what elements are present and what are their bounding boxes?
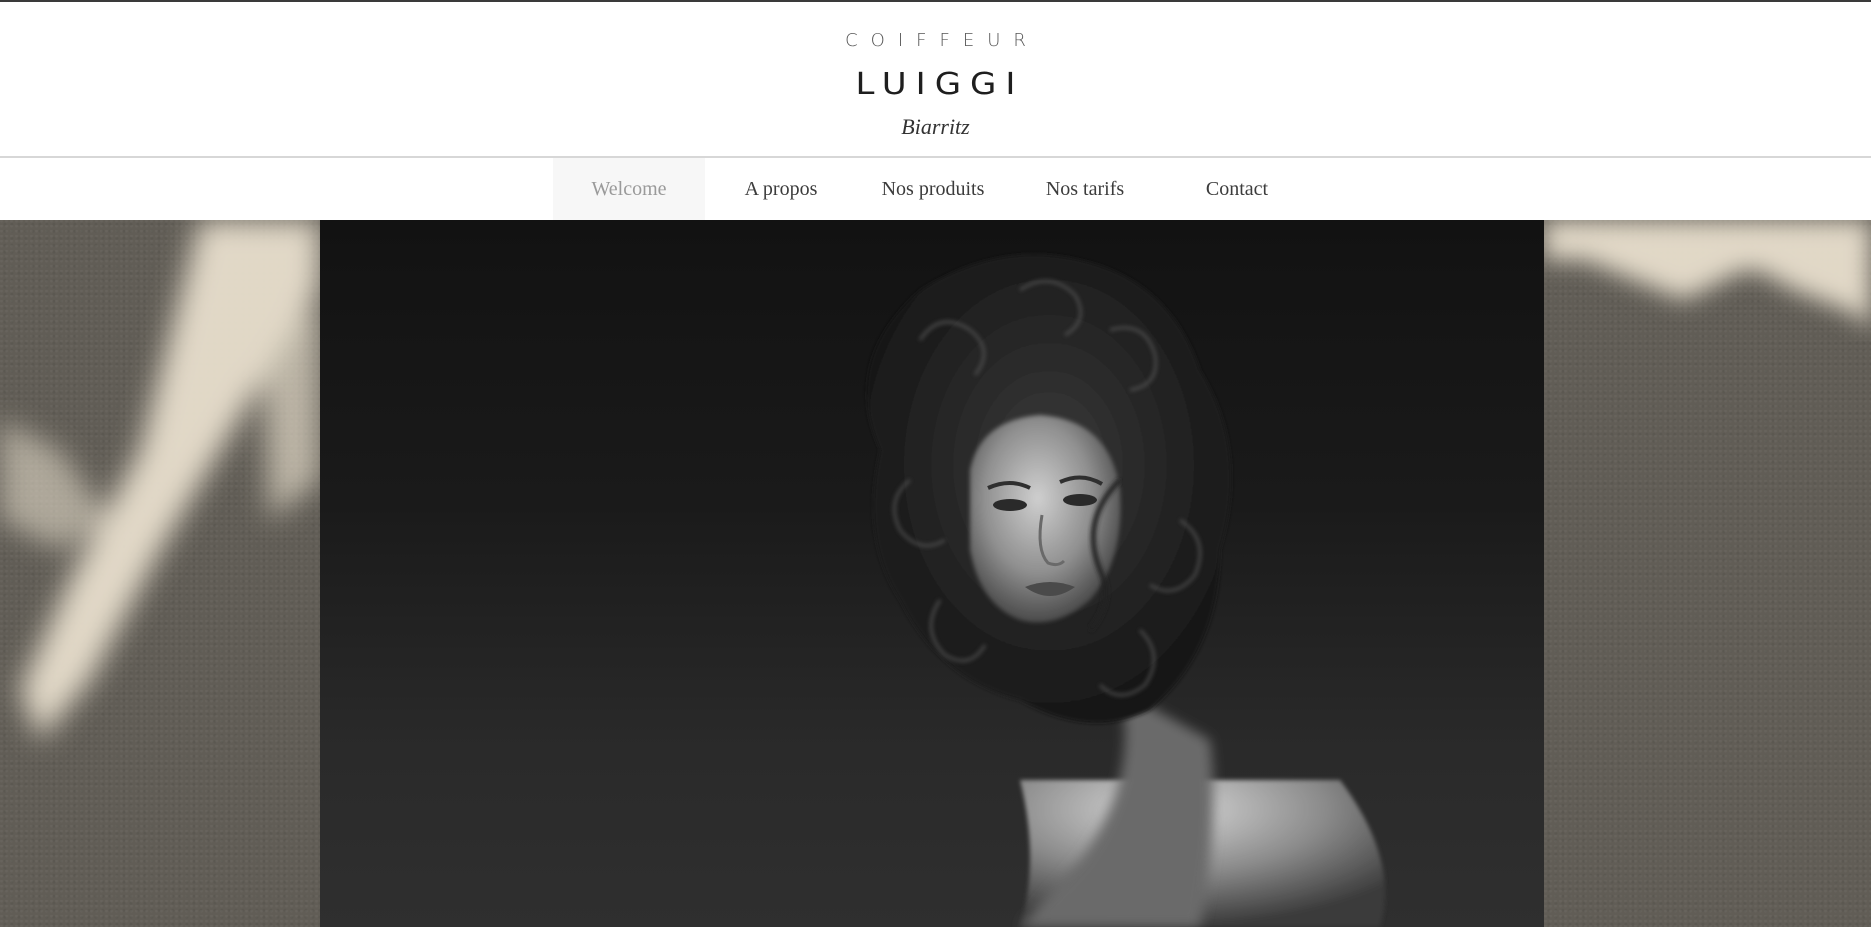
brand-city: Biarritz [901, 114, 970, 139]
brand-logo-name[interactable]: LUIGGI [0, 66, 1871, 102]
portrait-illustration [866, 254, 1385, 927]
nav-item-welcome[interactable]: Welcome [553, 158, 705, 220]
brand-kicker: COIFFEUR [845, 30, 1039, 51]
nav-item-a-propos[interactable]: A propos [705, 158, 857, 220]
nav-item-contact[interactable]: Contact [1161, 158, 1313, 220]
hero-section [0, 220, 1871, 927]
hero-background-wall-right [1544, 220, 1871, 927]
leaf-shadow-right [1544, 220, 1871, 330]
nav-item-nos-tarifs[interactable]: Nos tarifs [1009, 158, 1161, 220]
site-header: COIFFEUR LUIGGI Biarritz [0, 2, 1871, 156]
hero-background-wall-left [0, 220, 320, 927]
nav-item-nos-produits[interactable]: Nos produits [857, 158, 1009, 220]
hero-portrait-image [320, 220, 1544, 927]
main-nav: Welcome A propos Nos produits Nos tarifs… [0, 158, 1871, 220]
leaf-shadow-left [0, 220, 320, 740]
